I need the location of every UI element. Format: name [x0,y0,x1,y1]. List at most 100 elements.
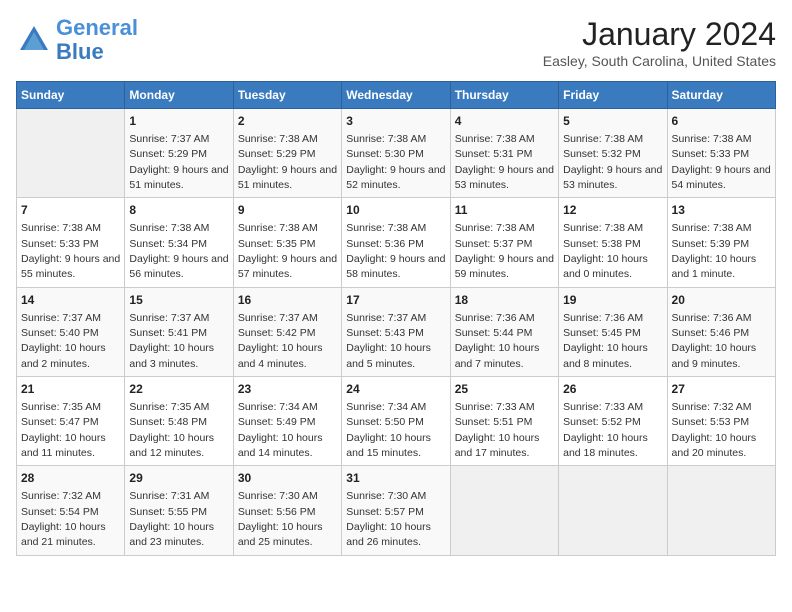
sunset-info: Sunset: 5:48 PM [129,416,207,428]
sunset-info: Sunset: 5:33 PM [672,148,750,160]
sunset-info: Sunset: 5:52 PM [563,416,641,428]
sunrise-info: Sunrise: 7:38 AM [238,222,318,234]
daylight-info: Daylight: 9 hours and 52 minutes. [346,164,445,191]
sunrise-info: Sunrise: 7:37 AM [129,133,209,145]
sunrise-info: Sunrise: 7:38 AM [346,222,426,234]
sunset-info: Sunset: 5:31 PM [455,148,533,160]
sunrise-info: Sunrise: 7:38 AM [672,133,752,145]
sunset-info: Sunset: 5:37 PM [455,238,533,250]
sunrise-info: Sunrise: 7:38 AM [21,222,101,234]
sunset-info: Sunset: 5:40 PM [21,327,99,339]
daylight-info: Daylight: 10 hours and 14 minutes. [238,432,323,459]
daylight-info: Daylight: 9 hours and 51 minutes. [238,164,337,191]
daylight-info: Daylight: 10 hours and 23 minutes. [129,521,214,548]
sunset-info: Sunset: 5:34 PM [129,238,207,250]
calendar-cell: 15 Sunrise: 7:37 AM Sunset: 5:41 PM Dayl… [125,287,233,376]
daylight-info: Daylight: 10 hours and 3 minutes. [129,342,214,369]
day-number: 22 [129,381,228,398]
day-number: 31 [346,470,445,487]
weekday-header-sunday: Sunday [17,82,125,109]
calendar-cell: 29 Sunrise: 7:31 AM Sunset: 5:55 PM Dayl… [125,466,233,555]
weekday-header-monday: Monday [125,82,233,109]
daylight-info: Daylight: 10 hours and 26 minutes. [346,521,431,548]
sunrise-info: Sunrise: 7:30 AM [238,490,318,502]
sunrise-info: Sunrise: 7:38 AM [455,133,535,145]
calendar-cell [559,466,667,555]
sunset-info: Sunset: 5:44 PM [455,327,533,339]
logo-text: General Blue [56,16,138,64]
sunrise-info: Sunrise: 7:36 AM [455,312,535,324]
sunset-info: Sunset: 5:57 PM [346,506,424,518]
daylight-info: Daylight: 9 hours and 58 minutes. [346,253,445,280]
weekday-header-thursday: Thursday [450,82,558,109]
day-number: 2 [238,113,337,130]
calendar-table: SundayMondayTuesdayWednesdayThursdayFrid… [16,81,776,556]
daylight-info: Daylight: 10 hours and 0 minutes. [563,253,648,280]
calendar-cell: 28 Sunrise: 7:32 AM Sunset: 5:54 PM Dayl… [17,466,125,555]
sunrise-info: Sunrise: 7:34 AM [346,401,426,413]
sunset-info: Sunset: 5:51 PM [455,416,533,428]
daylight-info: Daylight: 10 hours and 18 minutes. [563,432,648,459]
calendar-cell: 17 Sunrise: 7:37 AM Sunset: 5:43 PM Dayl… [342,287,450,376]
daylight-info: Daylight: 9 hours and 54 minutes. [672,164,771,191]
sunset-info: Sunset: 5:56 PM [238,506,316,518]
sunrise-info: Sunrise: 7:37 AM [21,312,101,324]
calendar-cell: 30 Sunrise: 7:30 AM Sunset: 5:56 PM Dayl… [233,466,341,555]
sunset-info: Sunset: 5:30 PM [346,148,424,160]
weekday-header-friday: Friday [559,82,667,109]
sunrise-info: Sunrise: 7:38 AM [672,222,752,234]
sunrise-info: Sunrise: 7:33 AM [563,401,643,413]
day-number: 26 [563,381,662,398]
day-number: 21 [21,381,120,398]
sunset-info: Sunset: 5:43 PM [346,327,424,339]
daylight-info: Daylight: 10 hours and 2 minutes. [21,342,106,369]
calendar-cell: 31 Sunrise: 7:30 AM Sunset: 5:57 PM Dayl… [342,466,450,555]
sunset-info: Sunset: 5:39 PM [672,238,750,250]
day-number: 17 [346,292,445,309]
calendar-cell: 22 Sunrise: 7:35 AM Sunset: 5:48 PM Dayl… [125,377,233,466]
calendar-cell: 11 Sunrise: 7:38 AM Sunset: 5:37 PM Dayl… [450,198,558,287]
sunset-info: Sunset: 5:55 PM [129,506,207,518]
daylight-info: Daylight: 9 hours and 53 minutes. [563,164,662,191]
sunset-info: Sunset: 5:53 PM [672,416,750,428]
day-number: 29 [129,470,228,487]
sunset-info: Sunset: 5:35 PM [238,238,316,250]
calendar-cell: 21 Sunrise: 7:35 AM Sunset: 5:47 PM Dayl… [17,377,125,466]
sunset-info: Sunset: 5:41 PM [129,327,207,339]
day-number: 7 [21,202,120,219]
sunset-info: Sunset: 5:50 PM [346,416,424,428]
weekday-header-wednesday: Wednesday [342,82,450,109]
day-number: 18 [455,292,554,309]
calendar-cell: 12 Sunrise: 7:38 AM Sunset: 5:38 PM Dayl… [559,198,667,287]
weekday-header-saturday: Saturday [667,82,775,109]
day-number: 9 [238,202,337,219]
calendar-cell [17,109,125,198]
weekday-header-tuesday: Tuesday [233,82,341,109]
sunset-info: Sunset: 5:42 PM [238,327,316,339]
daylight-info: Daylight: 10 hours and 5 minutes. [346,342,431,369]
day-number: 28 [21,470,120,487]
daylight-info: Daylight: 10 hours and 9 minutes. [672,342,757,369]
sunrise-info: Sunrise: 7:33 AM [455,401,535,413]
sunset-info: Sunset: 5:29 PM [238,148,316,160]
day-number: 13 [672,202,771,219]
daylight-info: Daylight: 10 hours and 1 minute. [672,253,757,280]
sunrise-info: Sunrise: 7:30 AM [346,490,426,502]
calendar-cell: 8 Sunrise: 7:38 AM Sunset: 5:34 PM Dayli… [125,198,233,287]
sunset-info: Sunset: 5:49 PM [238,416,316,428]
sunrise-info: Sunrise: 7:35 AM [21,401,101,413]
sunrise-info: Sunrise: 7:37 AM [346,312,426,324]
daylight-info: Daylight: 10 hours and 4 minutes. [238,342,323,369]
daylight-info: Daylight: 10 hours and 25 minutes. [238,521,323,548]
sunset-info: Sunset: 5:29 PM [129,148,207,160]
daylight-info: Daylight: 10 hours and 20 minutes. [672,432,757,459]
sunrise-info: Sunrise: 7:36 AM [563,312,643,324]
daylight-info: Daylight: 9 hours and 51 minutes. [129,164,228,191]
daylight-info: Daylight: 10 hours and 17 minutes. [455,432,540,459]
calendar-cell: 10 Sunrise: 7:38 AM Sunset: 5:36 PM Dayl… [342,198,450,287]
month-title: January 2024 [543,16,776,53]
sunrise-info: Sunrise: 7:38 AM [563,133,643,145]
calendar-cell: 16 Sunrise: 7:37 AM Sunset: 5:42 PM Dayl… [233,287,341,376]
sunrise-info: Sunrise: 7:38 AM [346,133,426,145]
daylight-info: Daylight: 9 hours and 57 minutes. [238,253,337,280]
